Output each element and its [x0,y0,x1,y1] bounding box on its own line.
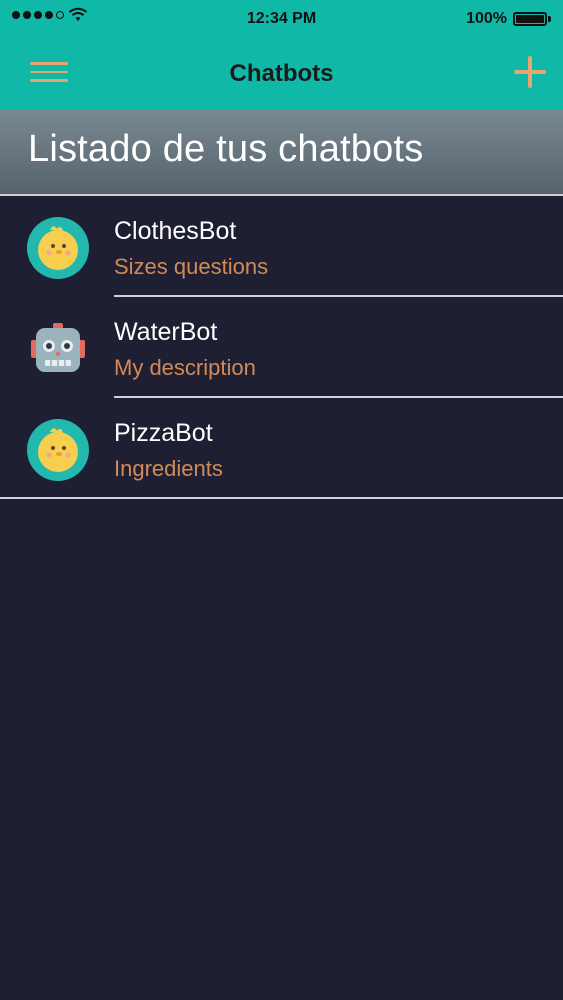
hamburger-icon[interactable] [30,62,68,86]
chatbot-description: My description [114,355,256,380]
chatbot-item-pizzabot[interactable]: PizzaBot Ingredients [0,398,563,499]
robot-avatar-icon [27,318,89,380]
battery-icon [513,12,547,26]
chatbot-item-waterbot[interactable]: WaterBot My description [0,297,563,398]
nav-title: Chatbots [229,60,334,87]
add-chatbot-button[interactable] [512,54,548,90]
chatbot-item-clothesbot[interactable]: ClothesBot Sizes questions [0,196,563,297]
top-bar: 12:34 PM 100% Chatbots [0,0,563,110]
battery-percentage: 100% [466,10,507,27]
chick-avatar-icon [27,217,89,279]
battery-indicator: 100% [466,10,551,28]
chatbot-description: Ingredients [114,456,223,481]
page-title: Listado de tus chatbots [28,128,424,170]
chatbot-list: ClothesBot Sizes questions WaterBot My d… [0,196,563,499]
chatbot-name: PizzaBot [114,419,213,447]
navigation-bar: Chatbots [0,38,563,110]
page-heading-band: Listado de tus chatbots [0,110,563,194]
chatbot-name: ClothesBot [114,217,237,245]
row-divider [0,497,563,499]
chick-avatar-icon [27,419,89,481]
app-screen: 12:34 PM 100% Chatbots Listado de tus ch… [0,0,563,1000]
status-bar: 12:34 PM 100% [0,0,563,38]
chatbot-name: WaterBot [114,318,218,346]
chatbot-description: Sizes questions [114,254,269,279]
